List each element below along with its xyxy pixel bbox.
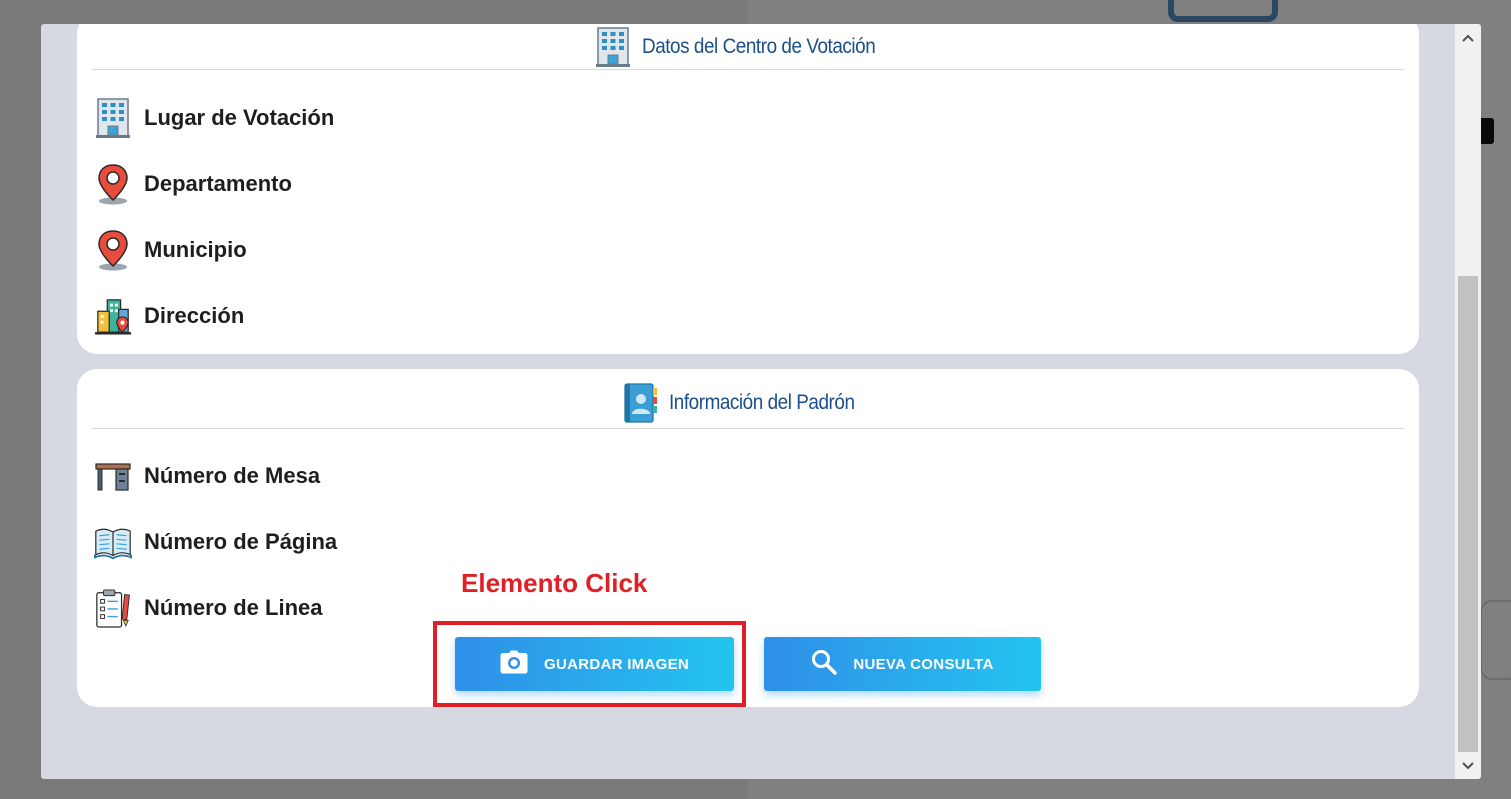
annotation-highlight-box (433, 621, 746, 707)
row-label: Departamento (144, 171, 292, 196)
map-pin-icon (94, 230, 132, 271)
row-label: Número de Mesa (144, 463, 321, 488)
result-modal: Datos del Centro de Votación Lugar de Vo… (41, 24, 1481, 779)
row-numero-linea: Número de Linea (94, 588, 322, 628)
row-label: Número de Linea (144, 595, 323, 620)
building-icon (594, 26, 632, 67)
scrollbar-thumb[interactable] (1458, 276, 1478, 752)
voter-roll-card-title: Información del Padrón (668, 390, 855, 414)
new-query-button-label: NUEVA CONSULTA (853, 655, 994, 673)
row-numero-pagina: Número de Página (94, 522, 337, 562)
desk-icon (94, 456, 132, 496)
row-numero-mesa: Número de Mesa (94, 456, 320, 496)
row-departamento: Departamento (94, 164, 292, 205)
modal-scrollbar[interactable] (1455, 24, 1481, 779)
row-municipio: Municipio (94, 230, 247, 271)
annotation-label: Elemento Click (461, 568, 648, 598)
row-label: Municipio (144, 237, 247, 262)
open-book-icon (94, 522, 132, 562)
row-label: Dirección (144, 303, 245, 328)
row-label: Lugar de Votación (144, 105, 335, 130)
background-logo (1168, 0, 1278, 22)
checklist-icon (94, 588, 132, 628)
address-book-icon (621, 382, 659, 423)
voting-center-card: Datos del Centro de Votación Lugar de Vo… (77, 24, 1419, 354)
scroll-up-icon[interactable] (1455, 26, 1481, 50)
new-query-button[interactable]: NUEVA CONSULTA (764, 637, 1041, 691)
voter-roll-card-header: Información del Padrón (92, 377, 1404, 429)
row-label: Número de Página (144, 529, 338, 554)
background-card-edge (1480, 600, 1511, 680)
row-direccion: Dirección (94, 296, 244, 336)
scroll-down-icon[interactable] (1455, 754, 1481, 778)
voting-center-card-header: Datos del Centro de Votación (92, 24, 1404, 70)
building-icon (94, 98, 132, 138)
search-icon (811, 649, 838, 679)
city-location-icon (94, 296, 132, 336)
voting-center-card-title: Datos del Centro de Votación (642, 34, 876, 58)
map-pin-icon (94, 164, 132, 205)
row-lugar-votacion: Lugar de Votación (94, 98, 334, 138)
voter-roll-card: Información del Padrón Número de Mesa Nú… (77, 369, 1419, 707)
